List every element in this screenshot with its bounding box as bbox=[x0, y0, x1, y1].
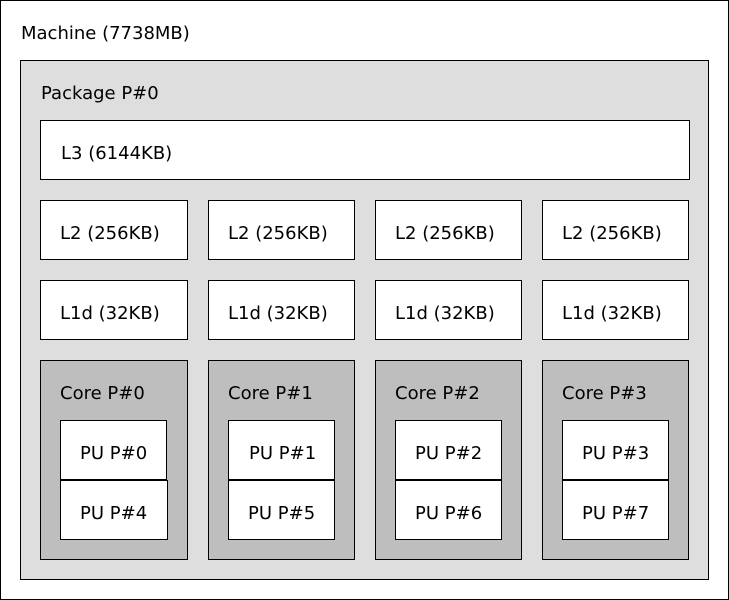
l2-cache-box: L2 (256KB) bbox=[208, 200, 355, 260]
l1d-cache-label: L1d (32KB) bbox=[395, 303, 495, 324]
pu-box: PU P#1 bbox=[228, 420, 335, 480]
pu-box: PU P#6 bbox=[395, 480, 502, 540]
l1d-cache-label: L1d (32KB) bbox=[60, 303, 160, 324]
pu-label: PU P#6 bbox=[415, 503, 483, 524]
l3-cache-box: L3 (6144KB) bbox=[40, 120, 690, 180]
core-label: Core P#0 bbox=[60, 383, 145, 404]
pu-box: PU P#3 bbox=[562, 420, 669, 480]
pu-box: PU P#2 bbox=[395, 420, 502, 480]
pu-box: PU P#0 bbox=[60, 420, 167, 480]
l2-cache-label: L2 (256KB) bbox=[395, 223, 495, 244]
pu-box: PU P#5 bbox=[228, 480, 335, 540]
l1d-cache-box: L1d (32KB) bbox=[542, 280, 689, 340]
package-label: Package P#0 bbox=[41, 83, 159, 104]
l3-cache-label: L3 (6144KB) bbox=[61, 143, 173, 164]
core-label: Core P#2 bbox=[395, 383, 480, 404]
pu-box: PU P#4 bbox=[60, 480, 168, 540]
l2-cache-box: L2 (256KB) bbox=[542, 200, 689, 260]
l1d-cache-label: L1d (32KB) bbox=[228, 303, 328, 324]
pu-label: PU P#0 bbox=[80, 443, 148, 464]
core-label: Core P#3 bbox=[562, 383, 647, 404]
machine-label: Machine (7738MB) bbox=[21, 23, 190, 44]
l1d-cache-label: L1d (32KB) bbox=[562, 303, 662, 324]
pu-box: PU P#7 bbox=[562, 480, 669, 540]
l1d-cache-box: L1d (32KB) bbox=[208, 280, 355, 340]
l2-cache-box: L2 (256KB) bbox=[375, 200, 522, 260]
pu-label: PU P#2 bbox=[415, 443, 483, 464]
core-label: Core P#1 bbox=[228, 383, 313, 404]
l2-cache-label: L2 (256KB) bbox=[228, 223, 328, 244]
pu-label: PU P#3 bbox=[582, 443, 650, 464]
l2-cache-label: L2 (256KB) bbox=[562, 223, 662, 244]
pu-label: PU P#1 bbox=[249, 443, 317, 464]
l2-cache-box: L2 (256KB) bbox=[40, 200, 188, 260]
pu-label: PU P#4 bbox=[80, 503, 148, 524]
pu-label: PU P#5 bbox=[248, 503, 316, 524]
l1d-cache-box: L1d (32KB) bbox=[375, 280, 522, 340]
pu-label: PU P#7 bbox=[582, 503, 650, 524]
l1d-cache-box: L1d (32KB) bbox=[40, 280, 188, 340]
l2-cache-label: L2 (256KB) bbox=[60, 223, 160, 244]
